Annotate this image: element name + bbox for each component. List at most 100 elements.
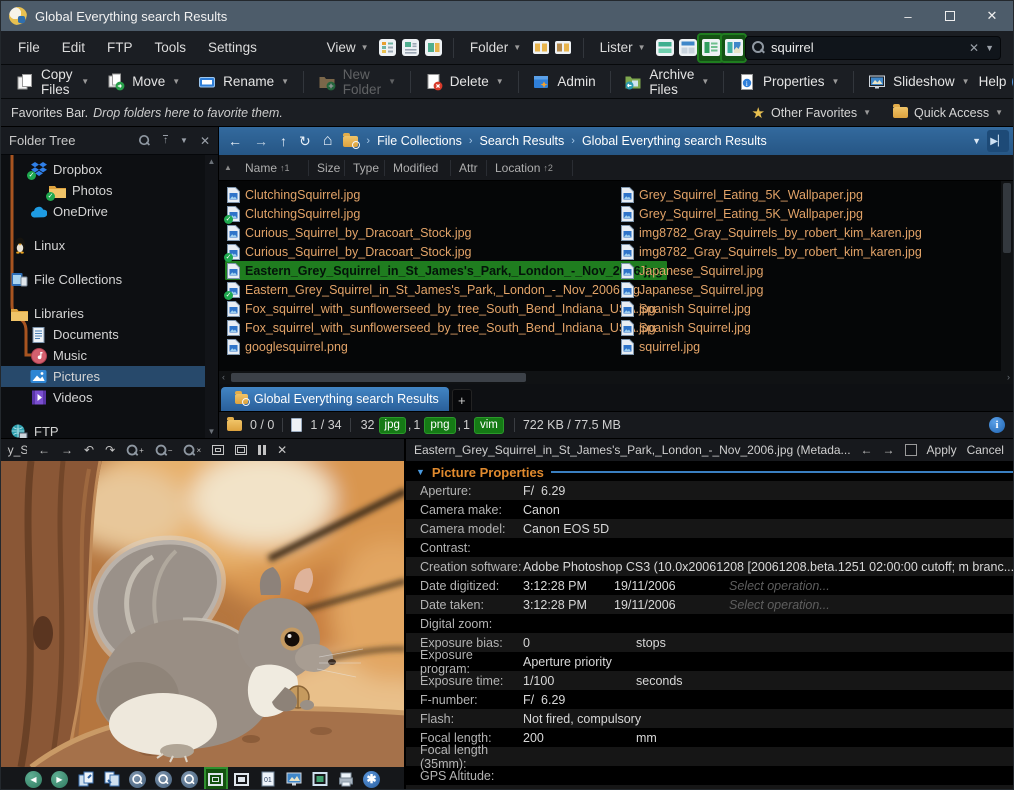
delete-button[interactable]: Delete▼ [416,68,513,96]
forward-icon[interactable]: → [249,133,273,149]
sidebar-item-linux[interactable]: Linux [1,235,218,256]
up-icon[interactable]: ↑ [275,133,292,149]
zoom-out-icon[interactable]: − [155,444,173,457]
viewer-prev-icon[interactable]: ← [38,443,50,457]
lister-viewer-button[interactable] [722,35,745,61]
tree-scrollbar[interactable]: ▲▼ [205,155,218,438]
horizontal-scrollbar[interactable]: ‹ › [219,371,1013,384]
metadata-row[interactable]: Exposure time:1/100seconds [406,671,1014,690]
metadata-row[interactable]: F-number:F/ 6.29 [406,690,1014,709]
other-favorites-button[interactable]: Other Favorites [771,106,857,120]
sidebar-item-photos[interactable]: ✓Photos [1,180,218,201]
viewer-close-icon[interactable]: ✕ [277,443,287,457]
folder-menu[interactable]: Folder▼ [462,40,529,55]
scroll-left-icon[interactable]: ‹ [222,371,225,384]
pause-icon[interactable] [258,445,266,455]
column-header-name[interactable]: Name↑1 [237,160,309,176]
sort-indicator-icon[interactable]: ▲ [219,163,237,172]
menu-tools[interactable]: Tools [144,31,198,64]
move-to-button[interactable] [102,769,122,789]
metadata-row[interactable]: Flash:Not fired, compulsory [406,709,1014,728]
new-folder-button[interactable]: New Folder▼ [309,68,405,96]
breadcrumb-segment[interactable]: Global Everything search Results [582,134,767,148]
metadata-row[interactable]: Contrast: [406,538,1014,557]
breadcrumb-segment[interactable]: File Collections [377,134,462,148]
column-header-type[interactable]: Type [345,160,385,176]
column-header-location[interactable]: Location↑2 [487,160,573,176]
scroll-up-icon[interactable]: ▲ [208,157,216,166]
metadata-row[interactable]: Digital zoom: [406,614,1014,633]
metadata-row[interactable]: Focal length (35mm): [406,747,1014,766]
refresh-icon[interactable]: ↻ [294,133,316,150]
sidebar-item-documents[interactable]: Documents [1,324,218,345]
scroll-right-icon[interactable]: › [1007,371,1010,384]
select-operation-placeholder[interactable]: Select operation... [729,579,830,593]
sidebar-item-videos[interactable]: Videos [1,387,218,408]
menu-file[interactable]: File [7,31,51,64]
file-item[interactable]: Curious_Squirrel_by_Dracoart_Stock.jpg [225,223,476,242]
column-header-size[interactable]: Size [309,160,345,176]
full-width-button[interactable] [232,769,252,789]
tab-active[interactable]: Global Everything search Results [221,387,449,411]
viewer-next-icon[interactable]: → [61,443,73,457]
column-header-attr[interactable]: Attr [451,160,487,176]
tree-search-icon[interactable] [139,135,150,146]
print-button[interactable] [336,769,356,789]
help-button[interactable]: Help ? ▼ [979,73,1014,91]
scroll-thumb[interactable] [231,373,526,382]
rotate-right-icon[interactable]: ↷ [105,443,115,457]
image-preview[interactable] [1,461,404,767]
file-item[interactable]: Spanish Squirrel.jpg [619,318,755,337]
file-item[interactable]: Fox_squirrel_with_sunflowerseed_by_tree_… [225,318,660,337]
menu-ftp[interactable]: FTP [96,31,144,64]
zoom-in-button[interactable] [128,769,148,789]
slideshow-button[interactable] [284,769,304,789]
copy-to-button[interactable] [76,769,96,789]
file-item[interactable]: ✓ClutchingSquirrel.jpg [225,204,364,223]
metadata-row[interactable]: Date digitized:3:12:28 PM19/11/2006Selec… [406,576,1014,595]
column-header-modified[interactable]: Modified [385,160,451,176]
metadata-row[interactable]: Date taken:3:12:28 PM19/11/2006Select op… [406,595,1014,614]
sidebar-item-dropbox[interactable]: ✓Dropbox [1,159,218,180]
file-item[interactable]: Japanese_Squirrel.jpg [619,280,767,299]
scroll-down-icon[interactable]: ▼ [208,427,216,436]
metadata-prev-icon[interactable]: ← [861,443,873,457]
apply-button[interactable]: Apply [927,443,957,457]
full-size-icon[interactable] [235,445,247,455]
sidebar-item-pictures[interactable]: Pictures [1,366,218,387]
menu-edit[interactable]: Edit [51,31,96,64]
copy-files-button[interactable]: Copy Files▼ [7,68,98,96]
apply-checkbox[interactable] [905,444,917,456]
view-list-button[interactable] [399,35,422,61]
quick-access-button[interactable]: Quick Access [914,106,989,120]
next-image-button[interactable]: ▶ [50,769,70,789]
metadata-row[interactable]: Exposure program:Aperture priority [406,652,1014,671]
minimize-button[interactable]: – [887,1,929,31]
metadata-row[interactable]: Camera model:Canon EOS 5D [406,519,1014,538]
view-menu[interactable]: View▼ [319,40,377,55]
file-item[interactable]: Spanish Squirrel.jpg [619,299,755,318]
sidebar-item-ftp[interactable]: FTP [1,421,218,438]
file-item[interactable]: Grey_Squirrel_Eating_5K_Wallpaper.jpg [619,185,867,204]
fit-page-icon[interactable] [212,445,224,455]
zoom-reset-icon[interactable]: × [183,444,201,457]
move-button[interactable]: Move▼ [98,68,189,96]
file-item[interactable]: Japanese_Squirrel.jpg [619,261,767,280]
metadata-row[interactable]: GPS Altitude: [406,766,1014,785]
view-thumbnails-button[interactable] [422,35,445,61]
slideshow-button[interactable]: Slideshow▼ [859,68,978,96]
sidebar-item-music[interactable]: Music [1,345,218,366]
new-tab-button[interactable]: + [452,389,472,411]
path-dropdown-icon[interactable]: ▼ [972,136,981,146]
frame-button[interactable] [310,769,330,789]
metadata-row[interactable]: Camera make:Canon [406,500,1014,519]
lister-vertical-button[interactable] [676,35,699,61]
home-icon[interactable]: ⌂ [318,132,338,150]
sidebar-item-file-collections[interactable]: File Collections [1,269,218,290]
sidebar-item-onedrive[interactable]: OneDrive [1,201,218,222]
picture-properties-section[interactable]: ▼ Picture Properties [406,461,1014,481]
tree-close-icon[interactable]: ✕ [200,134,210,148]
tree-menu-icon[interactable]: ▼ [180,136,188,145]
file-item[interactable]: ✓Eastern_Grey_Squirrel_in_St_James's_Par… [225,280,644,299]
file-list-scrollbar[interactable] [1001,181,1013,371]
